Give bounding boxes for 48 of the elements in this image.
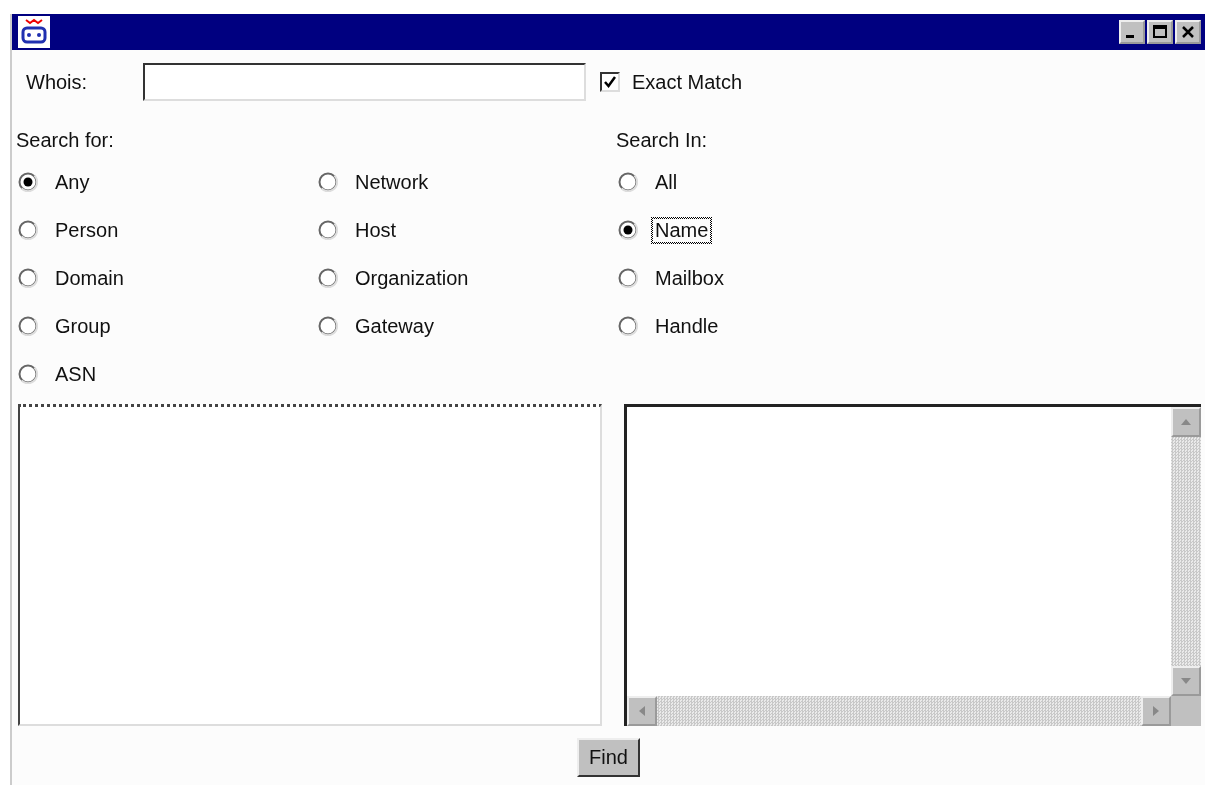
- radio-icon[interactable]: [18, 316, 38, 336]
- radio-button[interactable]: Handle: [616, 302, 728, 350]
- radio-button[interactable]: Domain: [16, 254, 133, 302]
- minimize-button[interactable]: [1119, 20, 1145, 44]
- scroll-up-button[interactable]: [1171, 407, 1201, 437]
- minimize-icon: [1126, 35, 1134, 38]
- radio-button[interactable]: Any: [16, 158, 99, 206]
- radio-button[interactable]: Group: [16, 302, 120, 350]
- exact-match-checkbox[interactable]: [600, 72, 620, 92]
- maximize-button[interactable]: [1147, 20, 1173, 44]
- radio-button[interactable]: ASN: [16, 350, 106, 398]
- radio-icon[interactable]: [18, 172, 38, 192]
- whois-label: Whois:: [26, 70, 89, 94]
- close-icon: [1180, 24, 1196, 40]
- radio-icon[interactable]: [618, 172, 638, 192]
- radio-button[interactable]: Network: [316, 158, 438, 206]
- radio-button[interactable]: All: [616, 158, 687, 206]
- search-for-label: Search for:: [16, 128, 115, 152]
- scroll-down-button[interactable]: [1171, 666, 1201, 696]
- exact-match-label: Exact Match: [632, 70, 743, 94]
- radio-icon[interactable]: [318, 220, 338, 240]
- scroll-left-button[interactable]: [627, 696, 657, 726]
- radio-icon[interactable]: [18, 268, 38, 288]
- app-icon: [18, 16, 50, 48]
- vertical-scrollbar[interactable]: [1171, 407, 1201, 696]
- close-button[interactable]: [1175, 20, 1201, 44]
- scroll-right-button[interactable]: [1141, 696, 1171, 726]
- radio-icon[interactable]: [318, 268, 338, 288]
- horizontal-scrollbar[interactable]: [627, 696, 1171, 726]
- checkmark-icon: [603, 75, 617, 89]
- radio-button[interactable]: Organization: [316, 254, 478, 302]
- radio-button[interactable]: Name: [616, 206, 718, 254]
- radio-icon[interactable]: [618, 316, 638, 336]
- find-button[interactable]: Find: [577, 738, 640, 777]
- radio-icon[interactable]: [618, 268, 638, 288]
- radio-icon[interactable]: [18, 364, 38, 384]
- maximize-icon: [1152, 24, 1168, 40]
- whois-field[interactable]: [143, 63, 586, 101]
- radio-button[interactable]: Gateway: [316, 302, 443, 350]
- scrollbar-corner: [1171, 696, 1201, 726]
- radio-button[interactable]: Host: [316, 206, 406, 254]
- search-in-label: Search In:: [616, 128, 709, 152]
- radio-icon[interactable]: [318, 172, 338, 192]
- radio-button[interactable]: Person: [16, 206, 128, 254]
- radio-button[interactable]: Mailbox: [616, 254, 733, 302]
- radio-icon[interactable]: [318, 316, 338, 336]
- radio-icon[interactable]: [618, 220, 638, 240]
- radio-icon[interactable]: [18, 220, 38, 240]
